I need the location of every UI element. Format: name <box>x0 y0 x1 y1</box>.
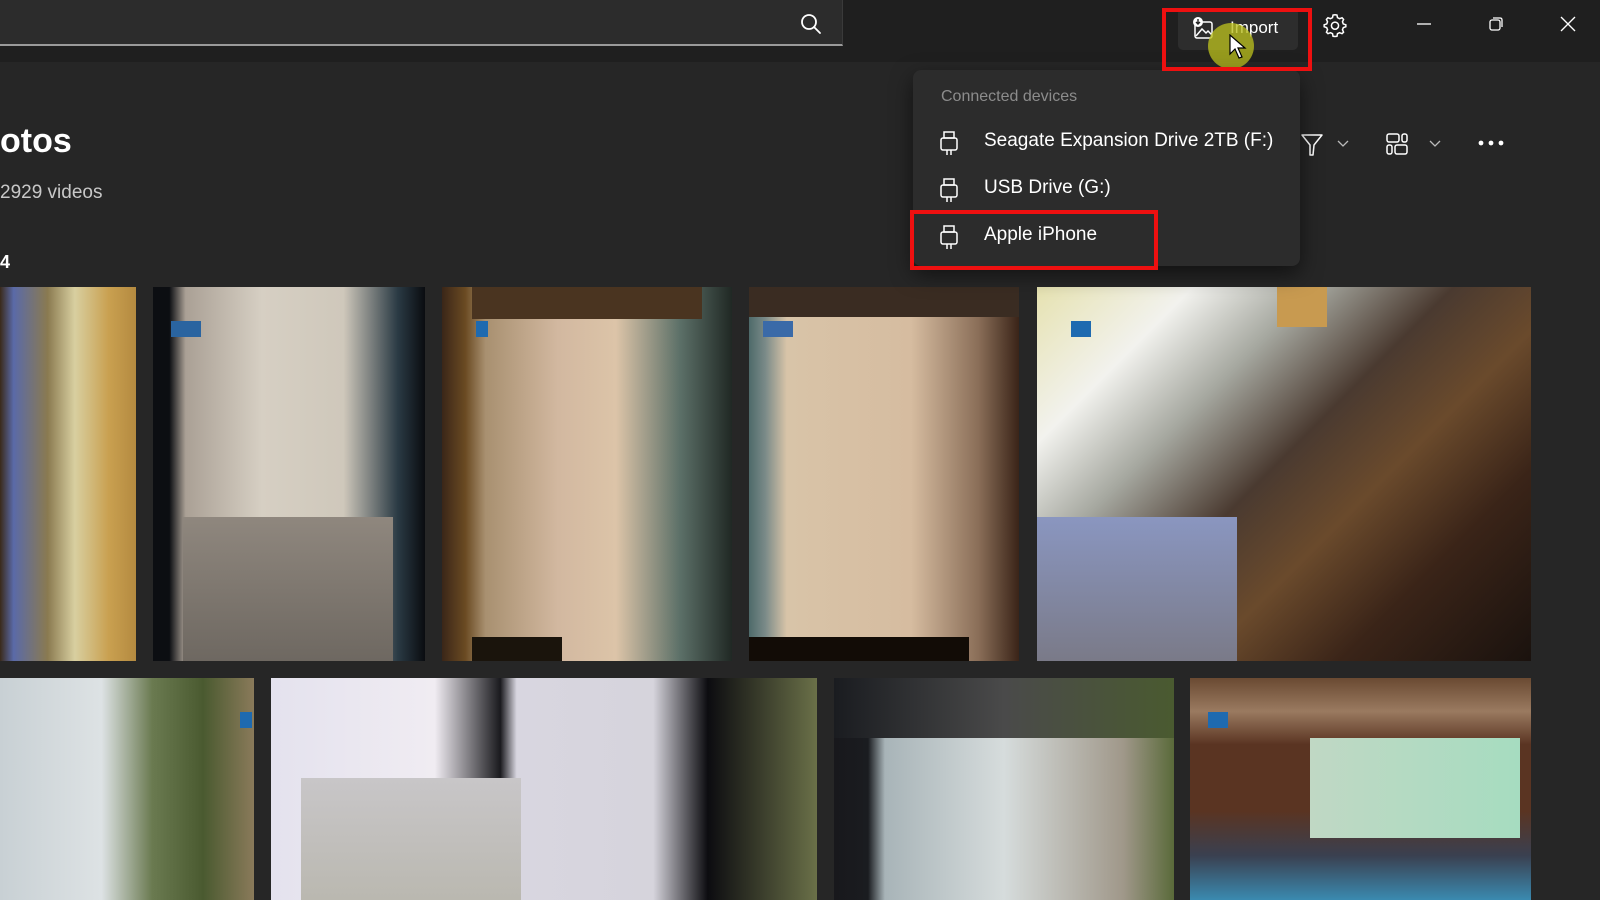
restore-icon <box>1489 17 1503 31</box>
import-label: Import <box>1230 18 1279 37</box>
photo-thumbnail[interactable] <box>271 678 817 900</box>
view-chevron-down-icon[interactable] <box>1428 136 1442 150</box>
photo-thumbnail[interactable] <box>442 287 732 661</box>
photo-thumbnail[interactable] <box>0 678 254 900</box>
usb-icon <box>940 131 958 155</box>
device-label: USB Drive (G:) <box>984 177 1111 198</box>
grid-view-icon[interactable] <box>1385 132 1409 156</box>
restore-button[interactable] <box>1476 4 1516 44</box>
import-photo-icon <box>1193 17 1213 39</box>
close-icon <box>1560 16 1576 32</box>
import-device-menu: Connected devices Seagate Expansion Driv… <box>913 70 1300 266</box>
import-button[interactable]: Import <box>1178 8 1298 50</box>
photo-thumbnail[interactable] <box>0 287 136 661</box>
close-button[interactable] <box>1548 4 1588 44</box>
filter-icon[interactable] <box>1300 132 1324 158</box>
photo-thumbnail[interactable] <box>1037 287 1531 661</box>
menu-header: Connected devices <box>941 88 1078 105</box>
device-item-apple-iphone[interactable]: Apple iPhone <box>919 214 1294 258</box>
device-item-seagate[interactable]: Seagate Expansion Drive 2TB (F:) <box>919 120 1294 164</box>
photo-thumbnail[interactable] <box>153 287 425 661</box>
usb-icon <box>940 178 958 202</box>
search-icon[interactable] <box>799 12 823 36</box>
filter-chevron-down-icon[interactable] <box>1336 136 1350 150</box>
device-label: Apple iPhone <box>984 224 1098 245</box>
photo-thumbnail[interactable] <box>834 678 1174 900</box>
device-item-usb-drive[interactable]: USB Drive (G:) <box>919 167 1294 211</box>
date-section-label: 4 <box>0 252 11 272</box>
usb-icon <box>940 225 958 249</box>
settings-button[interactable] <box>1315 5 1355 45</box>
photo-thumbnail[interactable] <box>1190 678 1531 900</box>
more-icon[interactable] <box>1477 136 1505 150</box>
device-label: Seagate Expansion Drive 2TB (F:) <box>984 130 1274 151</box>
search-box[interactable] <box>0 0 843 46</box>
minimize-button[interactable] <box>1404 4 1444 44</box>
item-count: 2929 videos <box>0 182 103 203</box>
gear-icon <box>1323 13 1347 38</box>
photo-thumbnail[interactable] <box>749 287 1019 661</box>
minimize-icon <box>1417 23 1431 25</box>
page-title: otos <box>0 122 72 160</box>
